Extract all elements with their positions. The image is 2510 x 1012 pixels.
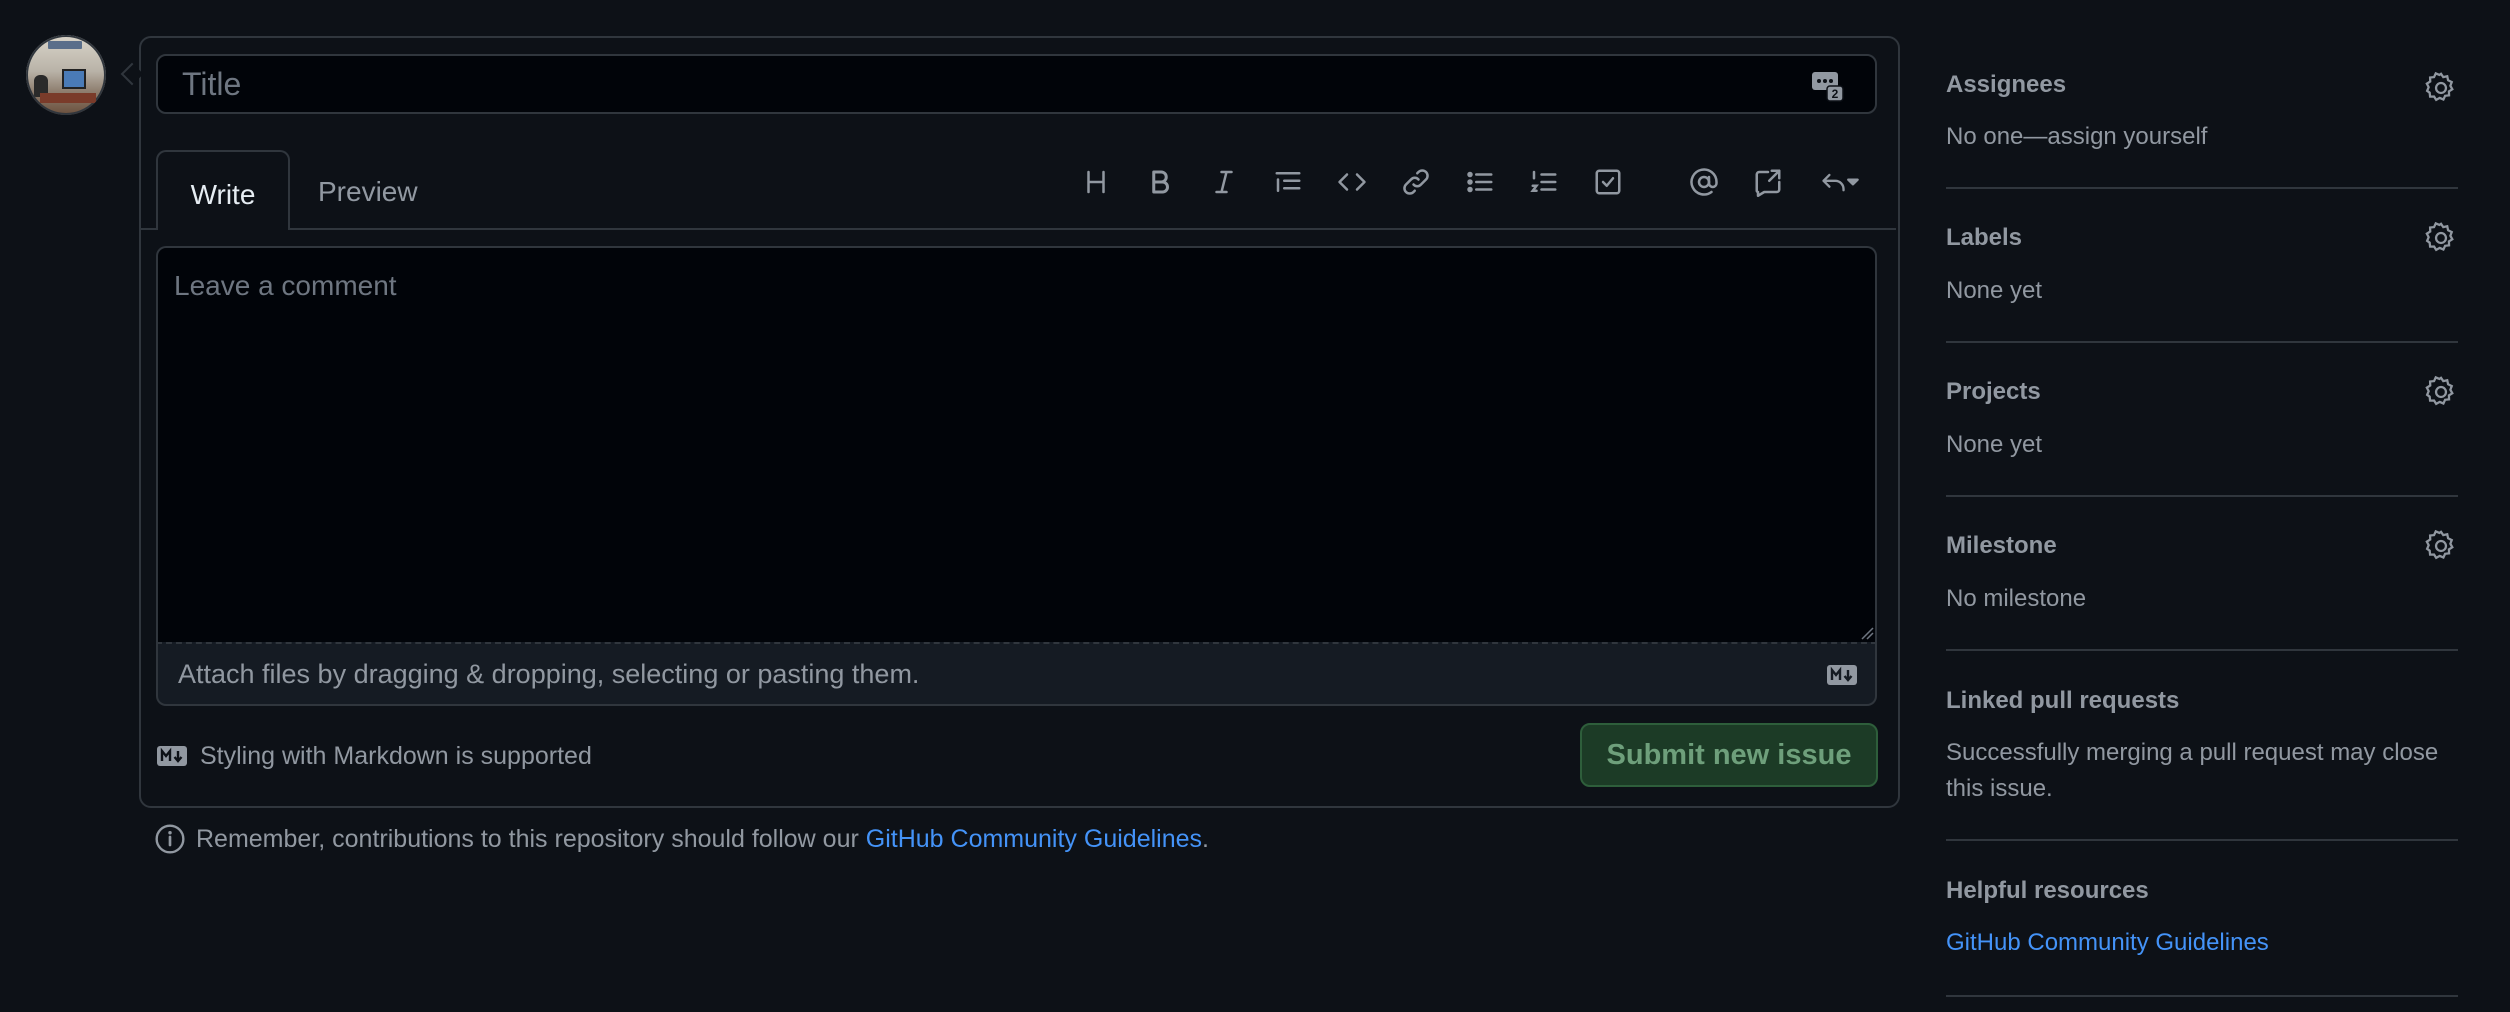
saved-replies-badge-icon[interactable]: 2: [1810, 68, 1844, 102]
attach-files-text: Attach files by dragging & dropping, sel…: [178, 658, 920, 689]
assignees-title[interactable]: Assignees: [1946, 71, 2066, 99]
projects-gear-icon[interactable]: [2424, 375, 2458, 409]
info-icon: [155, 824, 185, 854]
link-icon[interactable]: [1394, 160, 1438, 204]
tabs-divider: [139, 228, 1896, 230]
quote-icon[interactable]: [1266, 160, 1310, 204]
tab-preview[interactable]: Preview: [318, 168, 418, 216]
attach-files-bar[interactable]: Attach files by dragging & dropping, sel…: [156, 642, 1877, 706]
bold-icon[interactable]: [1138, 160, 1182, 204]
comment-textarea[interactable]: [156, 246, 1877, 644]
sidebar-divider: [1946, 839, 2458, 841]
projects-value: None yet: [1946, 431, 2043, 458]
labels-title[interactable]: Labels: [1946, 224, 2022, 252]
linked-prs-title: Linked pull requests: [1946, 687, 2180, 714]
notice-text: Remember, contributions to this reposito…: [196, 824, 866, 853]
sidebar-divider: [1946, 495, 2458, 497]
title-input[interactable]: [156, 54, 1877, 114]
community-guidelines-link[interactable]: GitHub Community Guidelines: [866, 825, 1202, 853]
ordered-list-icon[interactable]: [1522, 160, 1566, 204]
avatar[interactable]: [26, 35, 106, 115]
sidebar-guidelines-link[interactable]: GitHub Community Guidelines: [1946, 929, 2269, 956]
assignees-value[interactable]: No one—assign yourself: [1946, 119, 2207, 155]
sidebar-divider: [1946, 187, 2458, 189]
assignees-gear-icon[interactable]: [2424, 71, 2458, 105]
labels-gear-icon[interactable]: [2424, 221, 2458, 255]
tab-write[interactable]: Write: [156, 150, 290, 230]
linked-prs-value: Successfully merging a pull request may …: [1946, 739, 2439, 802]
helpful-resources-title: Helpful resources: [1946, 877, 2149, 904]
code-icon[interactable]: [1330, 160, 1374, 204]
milestone-value: No milestone: [1946, 585, 2087, 612]
labels-value: None yet: [1946, 277, 2043, 304]
task-list-icon[interactable]: [1586, 160, 1630, 204]
italic-icon[interactable]: [1202, 160, 1246, 204]
unordered-list-icon[interactable]: [1458, 160, 1502, 204]
sidebar-divider: [1946, 649, 2458, 651]
markdown-icon[interactable]: [1826, 664, 1858, 686]
milestone-title[interactable]: Milestone: [1946, 532, 2057, 560]
saved-replies-count: 2: [1832, 87, 1839, 101]
guidelines-notice: Remember, contributions to this reposito…: [154, 822, 1209, 856]
projects-title[interactable]: Projects: [1946, 378, 2041, 406]
heading-icon[interactable]: [1074, 160, 1118, 204]
saved-replies-icon[interactable]: [1812, 160, 1868, 204]
mention-icon[interactable]: [1682, 160, 1726, 204]
markdown-note: Styling with Markdown is supported: [156, 740, 592, 772]
submit-new-issue-button[interactable]: Submit new issue: [1580, 723, 1878, 787]
markdown-note-icon: [157, 746, 187, 766]
notice-period: .: [1202, 824, 1209, 853]
markdown-note-text: Styling with Markdown is supported: [200, 741, 592, 770]
resize-handle-icon[interactable]: [1860, 626, 1874, 640]
sidebar-divider: [1946, 341, 2458, 343]
sidebar-divider: [1946, 995, 2458, 997]
milestone-gear-icon[interactable]: [2424, 529, 2458, 563]
cross-reference-icon[interactable]: [1746, 160, 1790, 204]
